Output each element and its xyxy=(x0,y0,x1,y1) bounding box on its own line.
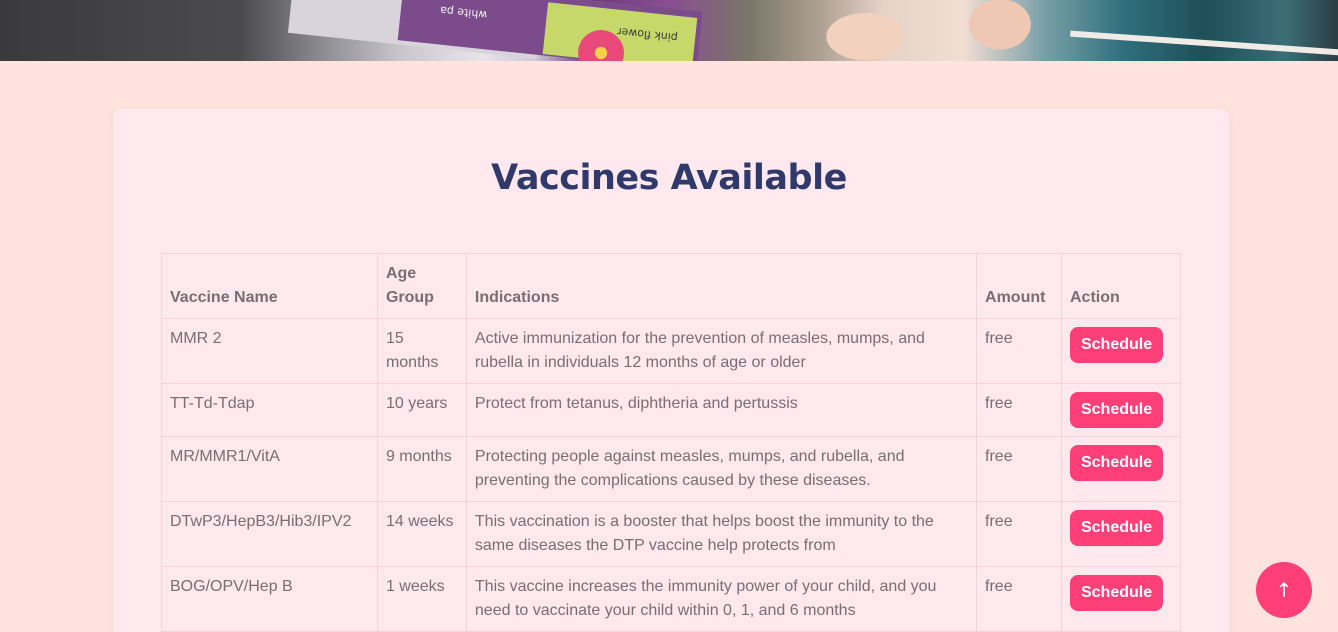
age-group: 15 months xyxy=(376,318,467,384)
schedule-button[interactable]: Schedule xyxy=(1069,510,1164,546)
schedule-button[interactable]: Schedule xyxy=(1069,445,1164,481)
indication: Protecting people against measles, mumps… xyxy=(465,436,978,502)
scroll-to-top-button[interactable]: ↑ xyxy=(1256,562,1312,618)
indication: Protect from tetanus, diphtheria and per… xyxy=(465,383,978,437)
amount: free xyxy=(976,501,1062,567)
page-title: Vaccines Available xyxy=(491,158,847,198)
age-group: 1 weeks xyxy=(376,566,467,632)
hero-banner-image: white pa pink flower xyxy=(0,0,1338,61)
vaccine-name: MR/MMR1/VitA xyxy=(161,436,378,502)
vaccines-table: Vaccine Name Age Group Indications Amoun… xyxy=(161,253,1182,632)
header-amount: Amount xyxy=(976,253,1062,319)
table-row: MR/MMR1/VitA 9 months Protecting people … xyxy=(161,436,1182,502)
vaccine-name: DTwP3/HepB3/Hib3/IPV2 xyxy=(161,501,378,567)
vaccine-name: BOG/OPV/Hep B xyxy=(161,566,378,632)
age-group: 14 weeks xyxy=(376,501,467,567)
table-row: MMR 2 15 months Active immunization for … xyxy=(161,318,1182,384)
header-age-group: Age Group xyxy=(376,253,467,319)
indication: Active immunization for the prevention o… xyxy=(465,318,978,384)
age-group: 10 years xyxy=(376,383,467,437)
indication: This vaccination is a booster that helps… xyxy=(465,501,978,567)
vaccine-name: TT-Td-Tdap xyxy=(161,383,378,437)
table-row: TT-Td-Tdap 10 years Protect from tetanus… xyxy=(161,383,1182,437)
age-group: 9 months xyxy=(376,436,467,502)
table-header-row: Vaccine Name Age Group Indications Amoun… xyxy=(161,253,1182,319)
header-indications: Indications xyxy=(465,253,978,319)
arrow-up-icon: ↑ xyxy=(1275,578,1293,602)
table-row: BOG/OPV/Hep B 1 weeks This vaccine incre… xyxy=(161,566,1182,632)
indication: This vaccine increases the immunity powe… xyxy=(465,566,978,632)
vaccine-name: MMR 2 xyxy=(161,318,378,384)
header-action: Action xyxy=(1060,253,1182,319)
schedule-button[interactable]: Schedule xyxy=(1069,575,1164,611)
schedule-button[interactable]: Schedule xyxy=(1069,327,1164,363)
schedule-button[interactable]: Schedule xyxy=(1069,392,1164,428)
table-row: DTwP3/HepB3/Hib3/IPV2 14 weeks This vacc… xyxy=(161,501,1182,567)
header-vaccine-name: Vaccine Name xyxy=(161,253,378,319)
amount: free xyxy=(976,383,1062,437)
amount: free xyxy=(976,566,1062,632)
amount: free xyxy=(976,318,1062,384)
amount: free xyxy=(976,436,1062,502)
